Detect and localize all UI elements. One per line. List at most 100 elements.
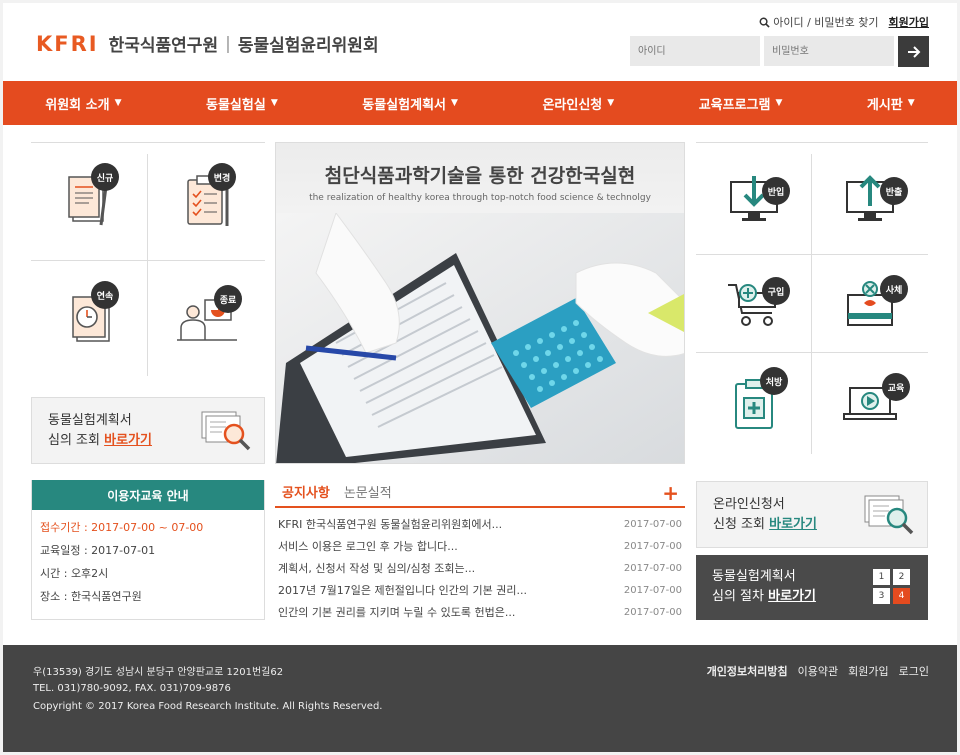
nav-item-plan[interactable]: 동물실험계획서 ▼ — [362, 94, 458, 113]
quick-new[interactable]: 신규 — [31, 143, 148, 258]
footer-address: 우(13539) 경기도 성남시 분당구 안양판교로 1201번길62 — [33, 667, 284, 678]
id-input[interactable] — [630, 36, 760, 66]
step-badge: 3 — [873, 588, 890, 604]
hero-subtitle: the realization of healthy korea through… — [309, 193, 651, 203]
top-links: 아이디 / 비밀번호 찾기 회원가입 — [759, 14, 929, 30]
quick-purchase[interactable]: 구입 — [696, 255, 811, 352]
tab-notice[interactable]: 공지사항 — [275, 481, 337, 506]
nav-item-education[interactable]: 교육프로그램 ▼ — [699, 94, 783, 113]
terms-link[interactable]: 이용약관 — [798, 663, 838, 679]
quick-continue[interactable]: 연속 — [31, 261, 148, 376]
go-link[interactable]: 바로가기 — [104, 433, 152, 448]
board-row[interactable]: 서비스 이용은 로그인 후 가능 합니다... 2017-07-00 — [275, 536, 685, 558]
education-title[interactable]: 이용자교육 안내 — [32, 480, 264, 510]
user-education-box: 이용자교육 안내 접수기간 : 2017-07-00 ~ 07-00 교육일정 … — [31, 480, 265, 620]
post-title: 계획서, 신청서 작성 및 심의/심청 조회는... — [278, 562, 476, 575]
nav-item-board[interactable]: 게시판 ▼ — [867, 94, 915, 113]
nav-item-label: 게시판 — [866, 97, 903, 113]
board-row[interactable]: 계획서, 신청서 작성 및 심의/심청 조회는... 2017-07-00 — [275, 558, 685, 580]
shortcut-line2: 신청 조회 — [713, 517, 765, 532]
logo-divider: | — [225, 33, 231, 54]
quick-end[interactable]: 종료 — [148, 261, 265, 376]
quick-prescription[interactable]: 처방 — [696, 353, 811, 455]
logo[interactable]: KFRI 한국식품연구원 | 동물실험윤리위원회 — [36, 31, 379, 57]
shortcut-line2: 심의 절차 — [712, 589, 764, 604]
search-icon — [759, 17, 770, 28]
shortcut-line2: 심의 조회 — [48, 433, 100, 448]
committee-name: 동물실험윤리위원회 — [237, 36, 379, 56]
step-badge-active: 4 — [893, 588, 910, 604]
nav-item-online[interactable]: 온라인신청 ▼ — [542, 94, 614, 113]
chevron-down-icon: ▼ — [270, 98, 278, 108]
chevron-down-icon: ▼ — [907, 98, 915, 108]
nav-item-label: 동물실험실 — [206, 97, 266, 113]
shortcut-line1: 온라인신청서 — [713, 497, 785, 512]
nav-item-committee[interactable]: 위원회 소개 ▼ — [45, 94, 121, 113]
tab-papers[interactable]: 논문실적 — [337, 481, 399, 506]
join-link[interactable]: 회원가입 — [848, 663, 888, 679]
privacy-link[interactable]: 개인정보처리방침 — [707, 663, 788, 679]
chevron-down-icon: ▼ — [114, 98, 122, 108]
go-link[interactable]: 바로가기 — [769, 517, 817, 532]
more-plus-icon[interactable]: + — [662, 481, 679, 505]
hero-banner: 첨단식품과학기술을 통한 건강한국실현 the realization of h… — [275, 142, 685, 464]
education-row: 접수기간 : 2017-07-00 ~ 07-00 — [40, 521, 204, 534]
footer: 우(13539) 경기도 성남시 분당구 안양판교로 1201번길62 TEL.… — [3, 645, 957, 752]
post-title: 서비스 이용은 로그인 후 가능 합니다... — [278, 540, 458, 553]
notice-board: 공지사항 논문실적 + KFRI 한국식품연구원 동물실험윤리위원회에서... 2… — [275, 481, 685, 631]
carcass-badge: 사체 — [880, 275, 908, 303]
find-account-label: 아이디 / 비밀번호 찾기 — [773, 16, 879, 29]
step-badge: 2 — [893, 569, 910, 585]
nav-item-label: 교육프로그램 — [698, 97, 771, 113]
login-form — [630, 36, 929, 67]
find-account-link[interactable]: 아이디 / 비밀번호 찾기 — [759, 14, 879, 30]
right-quick-menu: 반입 반출 구입 사체 처방 교육 — [696, 142, 928, 454]
post-date: 2017-07-00 — [623, 563, 682, 574]
quick-import[interactable]: 반입 — [696, 143, 811, 254]
post-date: 2017-07-00 — [623, 541, 682, 552]
login-button[interactable] — [898, 36, 929, 67]
login-link[interactable]: 로그인 — [899, 663, 929, 679]
shortcut-line1: 동물실험계획서 — [48, 413, 132, 428]
online-review-shortcut[interactable]: 온라인신청서 신청 조회 바로가기 — [696, 481, 928, 548]
shortcut-line1: 동물실험계획서 — [712, 569, 796, 584]
new-badge: 신규 — [91, 163, 119, 191]
nav-item-label: 온라인신청 — [542, 97, 603, 113]
post-title: KFRI 한국식품연구원 동물실험윤리위원회에서... — [278, 518, 503, 531]
nav-item-lab[interactable]: 동물실험실 ▼ — [206, 94, 278, 113]
board-row[interactable]: 2017년 7월17일은 제헌절입니다 인간의 기본 권리... 2017-07-… — [275, 580, 685, 602]
purchase-badge: 구입 — [762, 277, 790, 305]
chevron-down-icon: ▼ — [775, 98, 783, 108]
procedure-shortcut[interactable]: 동물실험계획서 심의 절차 바로가기 1 2 3 4 — [696, 555, 928, 620]
post-date: 2017-07-00 — [623, 607, 682, 618]
prescription-badge: 처방 — [760, 367, 788, 395]
education-row: 장소 : 한국식품연구원 — [40, 590, 142, 603]
quick-change[interactable]: 변경 — [148, 143, 265, 258]
footer-tel: TEL. 031)780-9092, FAX. 031)709-9876 — [33, 683, 231, 694]
board-row[interactable]: KFRI 한국식품연구원 동물실험윤리위원회에서... 2017-07-00 — [275, 514, 685, 536]
password-input[interactable] — [764, 36, 894, 66]
continue-badge: 연속 — [91, 281, 119, 309]
change-badge: 변경 — [208, 163, 236, 191]
quick-export[interactable]: 반출 — [812, 143, 928, 254]
education-row: 시간 : 오후2시 — [40, 567, 109, 580]
step-grid: 1 2 3 4 — [873, 569, 913, 604]
post-title: 인간의 기본 권리를 지키며 누릴 수 있도록 헌법은... — [278, 606, 516, 619]
quick-carcass[interactable]: 사체 — [812, 255, 928, 352]
page: KFRI 한국식품연구원 | 동물실험윤리위원회 아이디 / 비밀번호 찾기 회… — [3, 3, 957, 752]
end-badge: 종료 — [214, 285, 242, 313]
plan-review-shortcut[interactable]: 동물실험계획서 심의 조회 바로가기 — [31, 397, 265, 464]
footer-copyright: Copyright © 2017 Korea Food Research Ins… — [33, 701, 383, 712]
import-badge: 반입 — [762, 177, 790, 205]
nav-item-label: 동물실험계획서 — [362, 97, 446, 113]
footer-links: 개인정보처리방침 이용약관 회원가입 로그인 — [707, 663, 929, 679]
magnifier-document-icon — [201, 411, 251, 451]
quick-education[interactable]: 교육 — [812, 353, 928, 455]
go-link[interactable]: 바로가기 — [768, 589, 816, 604]
education-badge: 교육 — [882, 373, 910, 401]
join-link[interactable]: 회원가입 — [889, 14, 929, 30]
post-title: 2017년 7월17일은 제헌절입니다 인간의 기본 권리... — [278, 584, 528, 597]
org-name: 한국식품연구원 — [108, 36, 219, 56]
hero-title: 첨단식품과학기술을 통한 건강한국실현 — [324, 165, 636, 187]
board-row[interactable]: 인간의 기본 권리를 지키며 누릴 수 있도록 헌법은... 2017-07-00 — [275, 602, 685, 624]
